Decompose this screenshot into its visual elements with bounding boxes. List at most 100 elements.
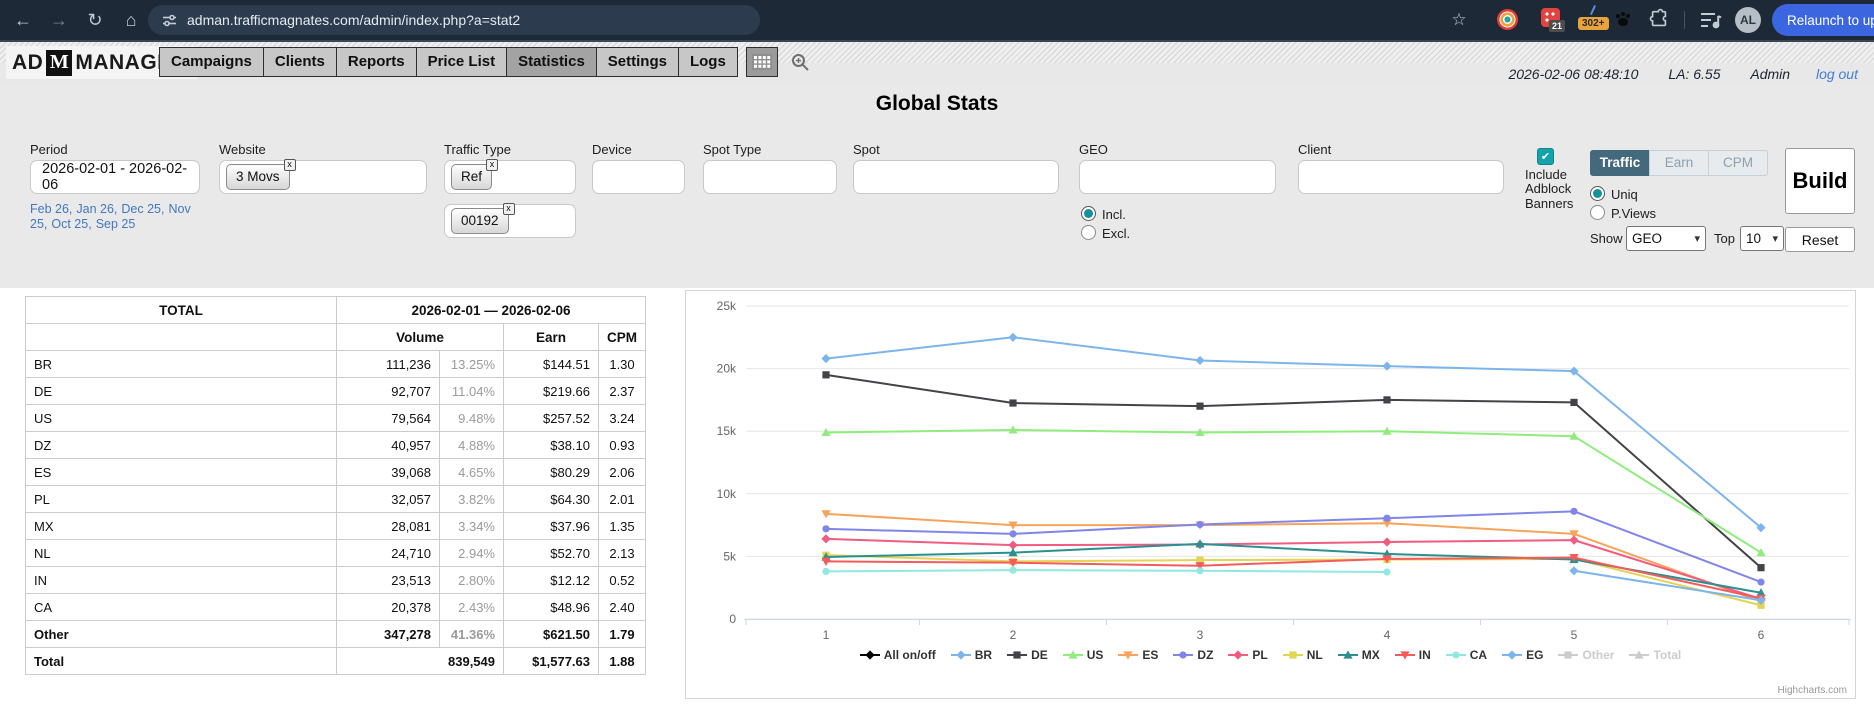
legend-item-other[interactable]: Other [1558,648,1614,662]
spot-input[interactable] [853,160,1059,194]
svg-text:5k: 5k [723,549,737,563]
chart-legend: All on/off BR DE US ES DZ PL NL MX IN CA EG Other Tot… [686,648,1855,662]
tab-logs[interactable]: Logs [678,47,738,77]
mode-button-cpm[interactable]: CPM [1708,150,1768,176]
avatar[interactable]: AL [1735,7,1761,33]
cell-geo: ES [26,459,337,486]
website-tag[interactable]: 3 Movs x [226,164,290,190]
traffic-type-input[interactable]: Ref x [444,160,576,194]
logo-m-icon: M [46,50,72,76]
pviews-radio[interactable] [1590,205,1605,220]
extension-orange-icon[interactable]: 302+ [1578,8,1608,30]
relaunch-button[interactable]: Relaunch to update [1772,4,1874,36]
remove-tag-icon[interactable]: x [284,159,296,171]
square-marker-icon [1007,649,1027,661]
url-text: adman.trafficmagnates.com/admin/index.ph… [187,12,520,28]
spot-type-label: Spot Type [703,142,761,157]
tab-campaigns[interactable]: Campaigns [159,47,264,77]
bookmark-star-icon[interactable]: ☆ [1444,0,1474,40]
legend-item-all-on-off[interactable]: All on/off [860,648,936,662]
tab-price-list[interactable]: Price List [416,47,508,77]
cell-earn: $144.51 [504,351,599,378]
tab-statistics[interactable]: Statistics [506,47,597,77]
svg-text:4: 4 [1384,628,1391,642]
legend-item-nl[interactable]: NL [1283,648,1323,662]
cell-volume: 32,057 [337,486,440,513]
legend-item-in[interactable]: IN [1395,648,1431,662]
legend-label: PL [1252,648,1267,662]
cell-geo: US [26,405,337,432]
search-icon[interactable] [784,47,816,77]
legend-item-de[interactable]: DE [1007,648,1048,662]
back-icon[interactable]: ← [6,0,40,40]
logout-link[interactable]: log out [1816,66,1858,82]
legend-item-dz[interactable]: DZ [1173,648,1213,662]
legend-item-br[interactable]: BR [951,648,992,662]
forward-icon[interactable]: → [42,0,76,40]
extension-target-icon[interactable] [1497,9,1518,30]
geo-input[interactable] [1079,160,1276,194]
site-info-icon[interactable] [162,13,177,28]
extensions-puzzle-icon[interactable] [1648,8,1670,35]
tab-reports[interactable]: Reports [336,47,417,77]
remove-tag-icon[interactable]: x [503,203,515,215]
series-ES [821,510,1765,606]
period-label: Period [30,142,68,157]
legend-item-pl[interactable]: PL [1228,648,1267,662]
keyboard-icon[interactable] [746,47,778,77]
extension-red-icon[interactable]: 21 [1541,8,1560,27]
cell-percent: 41.36% [440,621,504,648]
period-quick-links: Feb 26,Jan 26,Dec 25,Nov 25,Oct 25,Sep 2… [30,202,210,232]
build-button[interactable]: Build [1785,148,1855,214]
triangle-down-marker-icon [1118,649,1138,661]
home-icon[interactable]: ⌂ [114,0,148,40]
cell-earn: $48.96 [504,594,599,621]
quick-period-link[interactable]: Sep 25 [96,217,136,231]
geo-excl-radio[interactable] [1081,225,1096,240]
client-input[interactable] [1298,160,1504,194]
address-bar[interactable]: adman.trafficmagnates.com/admin/index.ph… [148,5,760,35]
top-label: Top [1714,231,1735,246]
legend-item-es[interactable]: ES [1118,648,1158,662]
website-input[interactable]: 3 Movs x [219,160,427,194]
traffic-type-tag[interactable]: Ref x [451,164,492,190]
top-select[interactable]: 10▾ [1740,226,1784,251]
mode-button-traffic[interactable]: Traffic [1590,150,1650,176]
page-title: Global Stats [0,92,1874,116]
cell-geo: NL [26,540,337,567]
legend-item-us[interactable]: US [1063,648,1104,662]
uniq-radio[interactable] [1590,186,1605,201]
diamond-marker-icon [1228,649,1248,661]
adblock-checkbox[interactable]: ✔ [1537,148,1554,165]
col-earn: Earn [504,324,599,351]
spot-type-input[interactable] [703,160,837,194]
legend-item-eg[interactable]: EG [1502,648,1543,662]
legend-item-mx[interactable]: MX [1338,648,1380,662]
legend-item-total[interactable]: Total [1629,648,1681,662]
geo-incl-radio[interactable] [1081,206,1096,221]
spot-id-tag[interactable]: 00192 x [451,208,509,234]
legend-item-ca[interactable]: CA [1446,648,1487,662]
tab-clients[interactable]: Clients [263,47,337,77]
cell-earn: $621.50 [504,621,599,648]
reset-button[interactable]: Reset [1785,227,1855,252]
tab-settings[interactable]: Settings [596,47,679,77]
period-input[interactable]: 2026-02-01 - 2026-02-06 [30,160,200,194]
paw-extension-icon[interactable] [1613,9,1633,34]
mode-button-earn[interactable]: Earn [1649,150,1709,176]
cell-percent: 4.88% [440,432,504,459]
cell-volume: 92,707 [337,378,440,405]
table-corner-header: TOTAL [26,297,337,324]
quick-period-link[interactable]: Jan 26, [76,202,117,216]
quick-period-link[interactable]: Oct 25, [51,217,91,231]
spot-id-input[interactable]: 00192 x [444,204,576,238]
quick-period-link[interactable]: Dec 25, [121,202,164,216]
playlist-icon[interactable] [1700,11,1722,34]
spark-line [1590,5,1596,15]
cell-geo: IN [26,567,337,594]
device-input[interactable] [592,160,685,194]
quick-period-link[interactable]: Feb 26, [30,202,72,216]
reload-icon[interactable]: ↻ [78,0,112,40]
remove-tag-icon[interactable]: x [486,159,498,171]
show-select[interactable]: GEO▾ [1626,226,1706,251]
